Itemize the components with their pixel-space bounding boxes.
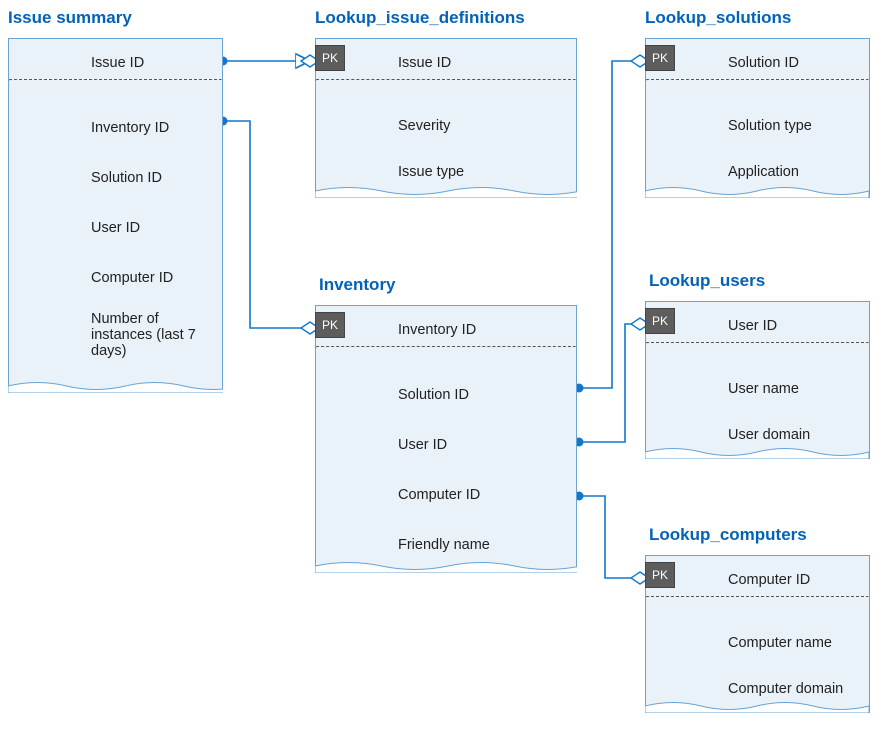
entity-title-lookup-issue-definitions: Lookup_issue_definitions — [315, 8, 525, 28]
rel-inventory-to-computers — [575, 492, 650, 585]
torn-edge — [315, 559, 577, 573]
torn-edge — [315, 184, 577, 198]
field-solution-type: Solution type — [646, 103, 869, 149]
pk-badge: PK — [645, 562, 675, 588]
field-label: Issue ID — [91, 55, 144, 71]
torn-edge — [645, 184, 870, 198]
torn-edge — [8, 379, 223, 393]
field-label: Application — [728, 164, 799, 180]
rel-inventory-to-users — [575, 318, 650, 447]
field-computer-id: Computer ID — [9, 253, 222, 303]
field-user-name: User name — [646, 366, 869, 412]
rel-issue-to-definitions — [219, 54, 320, 68]
field-inventory-id: PK Inventory ID — [316, 306, 576, 346]
entity-title-lookup-solutions: Lookup_solutions — [645, 8, 791, 28]
entity-lookup-solutions: PK Solution ID Solution type Application — [645, 38, 870, 198]
field-label: Severity — [398, 118, 450, 134]
field-computer-id: Computer ID — [316, 470, 576, 520]
field-label: Solution ID — [91, 170, 162, 186]
field-label: Solution ID — [398, 387, 469, 403]
field-computer-id: PK Computer ID — [646, 556, 869, 596]
field-label: User name — [728, 381, 799, 397]
entity-title-lookup-computers: Lookup_computers — [649, 525, 807, 545]
field-issue-id: Issue ID — [9, 39, 222, 79]
torn-edge — [645, 699, 870, 713]
field-computer-name: Computer name — [646, 620, 869, 666]
field-label: User ID — [398, 437, 447, 453]
pk-badge: PK — [315, 45, 345, 71]
pk-badge: PK — [315, 312, 345, 338]
entity-lookup-issue-definitions: PK Issue ID Severity Issue type — [315, 38, 577, 198]
entity-lookup-computers: PK Computer ID Computer name Computer do… — [645, 555, 870, 713]
field-label: Issue type — [398, 164, 464, 180]
field-label: Friendly name — [398, 537, 490, 553]
rel-issue-to-inventory — [219, 117, 320, 335]
er-diagram-canvas: Issue summary Issue ID Inventory ID Solu… — [0, 0, 882, 744]
field-label: Computer ID — [728, 572, 810, 588]
entity-title-inventory: Inventory — [319, 275, 396, 295]
field-label: User ID — [728, 318, 777, 334]
pk-badge: PK — [645, 308, 675, 334]
field-label: Inventory ID — [398, 322, 476, 338]
rel-inventory-to-solutions — [575, 55, 650, 393]
field-label: Computer domain — [728, 681, 843, 697]
field-label: Issue ID — [398, 55, 451, 71]
pk-badge: PK — [645, 45, 675, 71]
entity-inventory: PK Inventory ID Solution ID User ID Comp… — [315, 305, 577, 573]
field-instances: Number of instances (last 7 days) — [9, 303, 222, 363]
torn-edge — [645, 445, 870, 459]
field-label: User domain — [728, 427, 810, 443]
field-label: Solution type — [728, 118, 812, 134]
field-label: Computer name — [728, 635, 832, 651]
field-label: Inventory ID — [91, 120, 169, 136]
field-severity: Severity — [316, 103, 576, 149]
field-label: Computer ID — [398, 487, 480, 503]
entity-issue-summary: Issue ID Inventory ID Solution ID User I… — [8, 38, 223, 393]
field-user-id: PK User ID — [646, 302, 869, 342]
field-label: Number of instances (last 7 days) — [91, 311, 206, 359]
entity-lookup-users: PK User ID User name User domain — [645, 301, 870, 459]
field-label: Solution ID — [728, 55, 799, 71]
field-user-id: User ID — [316, 420, 576, 470]
field-solution-id: PK Solution ID — [646, 39, 869, 79]
field-user-id: User ID — [9, 203, 222, 253]
field-inventory-id: Inventory ID — [9, 103, 222, 153]
field-label: User ID — [91, 220, 140, 236]
field-issue-id: PK Issue ID — [316, 39, 576, 79]
entity-title-lookup-users: Lookup_users — [649, 271, 765, 291]
field-solution-id: Solution ID — [9, 153, 222, 203]
field-label: Computer ID — [91, 270, 173, 286]
field-solution-id: Solution ID — [316, 370, 576, 420]
entity-title-issue-summary: Issue summary — [8, 8, 132, 28]
